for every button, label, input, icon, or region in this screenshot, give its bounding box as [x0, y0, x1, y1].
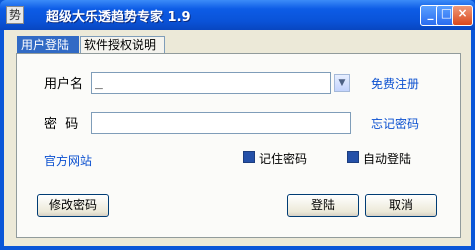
username-label: 用户名	[44, 77, 84, 92]
app-icon[interactable]: 势	[6, 6, 24, 24]
change-password-button[interactable]: 修改密码	[37, 194, 109, 217]
window-title: 超级大乐透趋势专家 1.9	[46, 10, 191, 25]
chevron-down-icon[interactable]: ▼	[334, 74, 350, 92]
register-link[interactable]: 免费注册	[371, 75, 419, 92]
tab-user-login[interactable]: 用户登陆	[17, 36, 79, 54]
official-website-link[interactable]: 官方网站	[44, 152, 92, 169]
forgot-password-link[interactable]: 忘记密码	[371, 115, 419, 132]
remember-password-checkbox[interactable]	[243, 151, 255, 163]
password-field[interactable]	[91, 112, 351, 134]
username-field[interactable]: _	[91, 72, 331, 94]
tab-license-info[interactable]: 软件授权说明	[80, 36, 165, 54]
remember-password-label: 记住密码	[259, 152, 308, 166]
client-area: 用户登陆 软件授权说明 用户名 _ ▼ 免费注册 密 码 忘记密码 官方网站 记…	[4, 30, 471, 246]
app-window: 势 超级大乐透趋势专家 1.9 _ □ × 用户登陆 软件授权说明 用户名 _ …	[0, 0, 475, 250]
password-label: 密 码	[44, 117, 79, 132]
close-button[interactable]: ×	[452, 5, 473, 26]
login-panel: 用户名 _ ▼ 免费注册 密 码 忘记密码 官方网站 记住密码 自动登陆 修改密…	[16, 53, 461, 238]
auto-login-checkbox[interactable]	[347, 151, 359, 163]
title-bar[interactable]: 势 超级大乐透趋势专家 1.9 _ □ ×	[0, 0, 475, 30]
auto-login-label: 自动登陆	[363, 152, 412, 166]
login-button[interactable]: 登陆	[287, 194, 359, 217]
cancel-button[interactable]: 取消	[365, 194, 437, 217]
